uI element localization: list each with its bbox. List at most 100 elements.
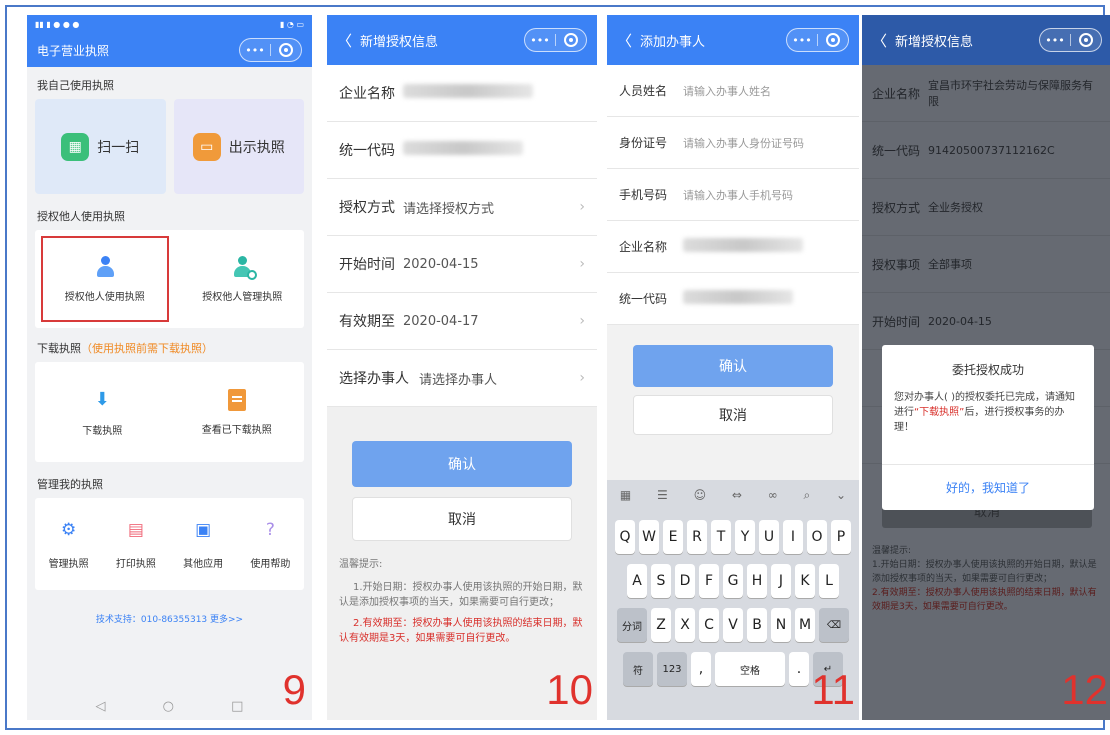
other-apps-button[interactable]: ▣ 其他应用 [170, 498, 237, 590]
cancel-button[interactable]: 取消 [352, 497, 572, 541]
download-license-button[interactable]: ⬇ 下载执照 [35, 362, 170, 462]
expiry-row[interactable]: 有效期至 2020-04-17 › [327, 293, 597, 350]
back-chevron-icon[interactable]: 〈 [617, 30, 632, 51]
panel-add-agent: 〈添加办事人 ••• 人员姓名 请输入办事人姓名 身份证号 请输入办事人身份证号码 … [607, 15, 859, 720]
emoji-icon[interactable]: ☺ [694, 488, 707, 502]
person-gear-icon [233, 255, 258, 280]
print-license-button[interactable]: ▤ 打印执照 [102, 498, 169, 590]
show-license-button[interactable]: ▭ 出示执照 [173, 99, 304, 194]
letter-key[interactable]: Q [615, 520, 635, 554]
letter-key[interactable]: K [795, 564, 815, 598]
dialog-ok-button[interactable]: 好的，我知道了 [882, 464, 1094, 510]
mini-program-capsule[interactable]: ••• [786, 28, 849, 52]
agent-name-field[interactable]: 人员姓名 请输入办事人姓名 [607, 65, 859, 117]
close-target-icon[interactable] [275, 41, 297, 59]
mini-program-capsule[interactable]: ••• [524, 28, 587, 52]
link-icon[interactable]: ∞ [768, 488, 778, 502]
unified-code-row[interactable]: 统一代码 [327, 122, 597, 179]
letter-key[interactable]: T [711, 520, 731, 554]
figure-frame: ▮▮ ▮ ● ● ● ▮ ◔ ▭ 电子营业执照 ••• 我自己使用执照 ▦ 扫一扫… [5, 5, 1110, 730]
view-downloaded-button[interactable]: 查看已下载执照 [170, 362, 305, 462]
letter-key[interactable]: M [795, 608, 815, 642]
letter-key[interactable]: Z [651, 608, 671, 642]
more-icon[interactable]: ••• [244, 41, 266, 59]
scan-label: 扫一扫 [97, 139, 140, 156]
close-target-icon[interactable] [560, 31, 582, 49]
company-name-row[interactable]: 企业名称 [327, 65, 597, 122]
tip-expiry: 2.有效期至：授权办事人使用该执照的结束日期，默认有效期是3天，如果需要可自行更… [339, 618, 583, 644]
back-chevron-icon[interactable]: 〈 [872, 30, 887, 51]
segment-key[interactable]: 分词 [617, 608, 647, 642]
chevron-down-icon[interactable]: ⌄ [836, 488, 846, 502]
letter-key[interactable]: B [747, 608, 767, 642]
letter-key[interactable]: D [675, 564, 695, 598]
letter-key[interactable]: N [771, 608, 791, 642]
mini-program-capsule[interactable]: ••• [1039, 28, 1102, 52]
manage-license-button[interactable]: ⚙ 管理执照 [35, 498, 102, 590]
letter-key[interactable]: C [699, 608, 719, 642]
confirm-button[interactable]: 确认 [352, 441, 572, 487]
search-icon[interactable]: ⌕ [803, 488, 810, 503]
symbol-key[interactable]: 符 [623, 652, 653, 686]
letter-key[interactable]: Y [735, 520, 755, 554]
number-key[interactable]: 123 [657, 652, 687, 686]
more-icon[interactable]: ••• [791, 31, 813, 49]
close-target-icon[interactable] [822, 31, 844, 49]
recents-square-icon[interactable]: □ [231, 699, 243, 714]
cancel-button[interactable]: 取消 [633, 395, 833, 435]
letter-key[interactable]: U [759, 520, 779, 554]
letter-key[interactable]: W [639, 520, 659, 554]
auth-method-row[interactable]: 授权方式 请选择授权方式 › [327, 179, 597, 236]
grid-icon[interactable]: ▦ [620, 488, 631, 502]
period-key[interactable]: . [789, 652, 809, 686]
section-download-title: 下载执照（使用执照前需下载执照） [37, 342, 213, 355]
person-icon [96, 255, 114, 278]
id-number-field[interactable]: 身份证号 请输入办事人身份证号码 [607, 117, 859, 169]
menu-icon[interactable]: ☰ [657, 488, 668, 502]
letter-key[interactable]: J [771, 564, 791, 598]
start-time-row[interactable]: 开始时间 2020-04-15 › [327, 236, 597, 293]
download-label: 下载执照 [82, 425, 123, 437]
letter-key[interactable]: S [651, 564, 671, 598]
comma-key[interactable]: , [691, 652, 711, 686]
scan-button[interactable]: ▦ 扫一扫 [35, 99, 166, 194]
letter-key[interactable]: L [819, 564, 839, 598]
confirm-button[interactable]: 确认 [633, 345, 833, 387]
qr-scan-icon: ▦ [61, 132, 90, 161]
home-circle-icon[interactable]: ○ [163, 699, 174, 714]
back-chevron-icon[interactable]: 〈 [337, 30, 352, 51]
letter-key[interactable]: R [687, 520, 707, 554]
letter-key[interactable]: O [807, 520, 827, 554]
letter-key[interactable]: X [675, 608, 695, 642]
letter-key[interactable]: I [783, 520, 803, 554]
letter-key[interactable]: E [663, 520, 683, 554]
authorize-use-button[interactable]: 授权他人使用执照 [41, 236, 169, 322]
mini-program-capsule[interactable]: ••• [239, 38, 302, 62]
close-target-icon[interactable] [1075, 31, 1097, 49]
more-icon[interactable]: ••• [1044, 31, 1066, 49]
manage-item-label: 打印执照 [115, 558, 156, 570]
row-value: 2020-04-15 [403, 256, 479, 272]
back-triangle-icon[interactable]: ◁ [96, 699, 106, 714]
letter-key[interactable]: A [627, 564, 647, 598]
download-note: （使用执照前需下载执照） [81, 342, 213, 355]
phone-field[interactable]: 手机号码 请输入办事人手机号码 [607, 169, 859, 221]
more-icon[interactable]: ••• [529, 31, 551, 49]
letter-key[interactable]: H [747, 564, 767, 598]
space-key[interactable]: 空格 [715, 652, 785, 686]
support-link[interactable]: 技术支持：010-86355313 更多>> [27, 612, 312, 625]
cursor-icon[interactable]: ⇔ [732, 488, 742, 502]
backspace-key[interactable]: ⌫ [819, 608, 849, 642]
letter-key[interactable]: P [831, 520, 851, 554]
authorize-manage-button[interactable]: 授权他人管理执照 [181, 230, 305, 328]
help-icon: ? [265, 519, 275, 540]
help-button[interactable]: ? 使用帮助 [237, 498, 304, 590]
letter-key[interactable]: G [723, 564, 743, 598]
nav-bar: 〈新增授权信息 ••• [327, 15, 597, 65]
agent-select-row[interactable]: 选择办事人 请选择办事人 › [327, 350, 597, 407]
letter-key[interactable]: F [699, 564, 719, 598]
unified-code-row: 统一代码 91420500737112162C [862, 122, 1110, 179]
section-manage-title: 管理我的执照 [37, 478, 103, 491]
letter-key[interactable]: V [723, 608, 743, 642]
keyboard-row-1: QWERTYUIOP [607, 520, 859, 554]
